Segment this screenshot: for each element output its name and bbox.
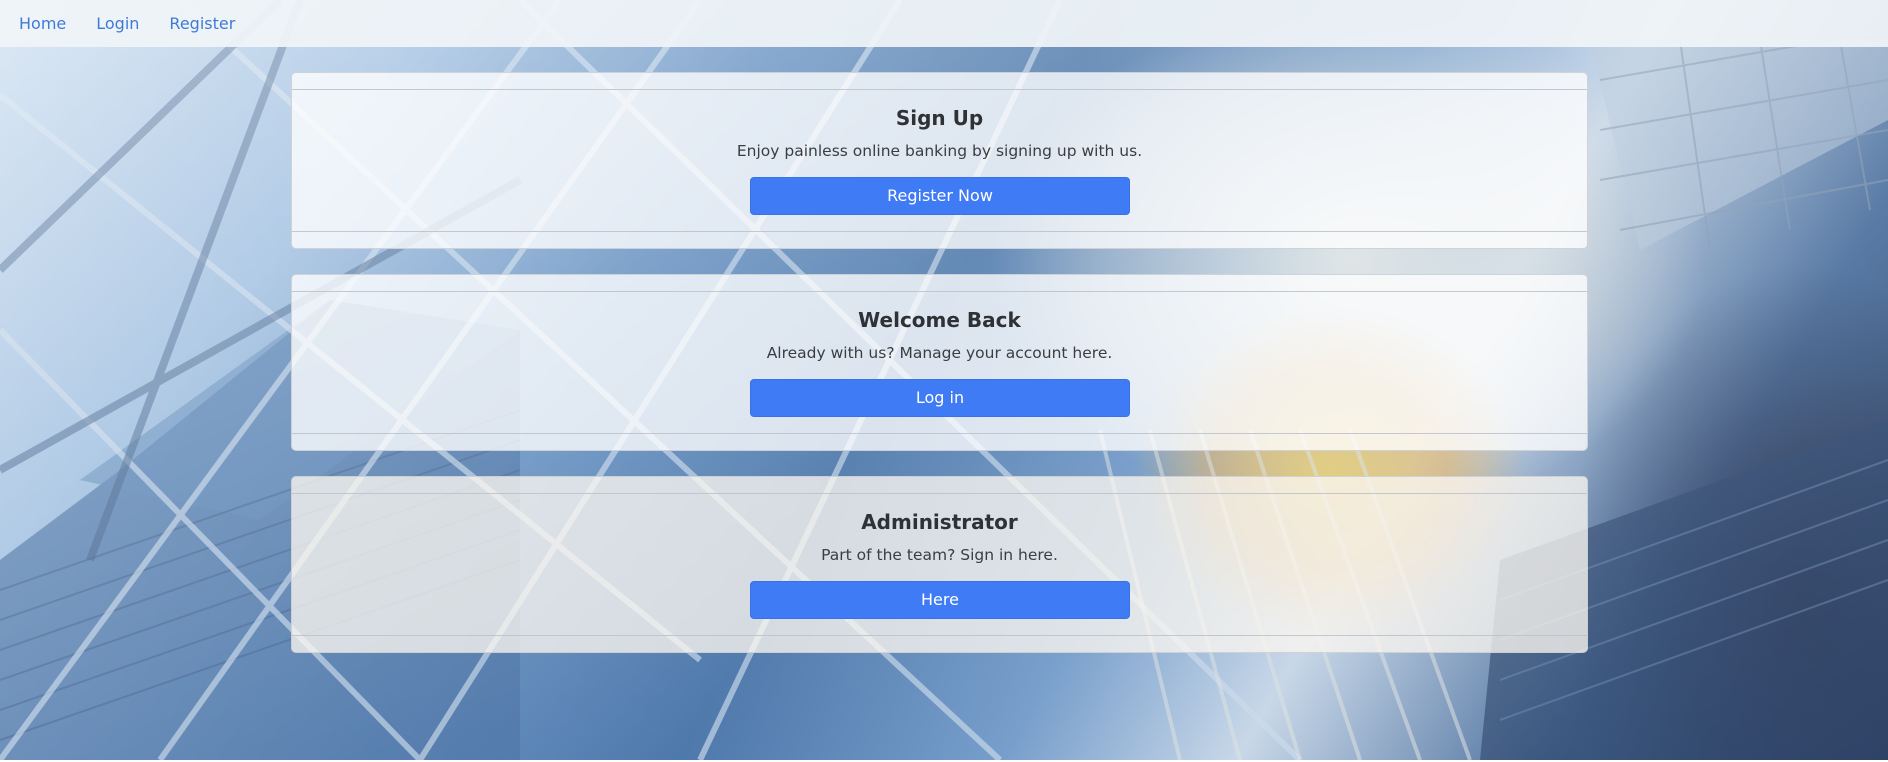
- page: Home Login Register Sign Up Enjoy painle…: [0, 0, 1888, 762]
- card-title: Administrator: [861, 510, 1018, 534]
- card-header-divider: [292, 291, 1587, 292]
- admin-card: Administrator Part of the team? Sign in …: [291, 476, 1588, 653]
- card-header-divider: [292, 493, 1587, 494]
- register-now-button[interactable]: Register Now: [750, 177, 1130, 215]
- login-card: Welcome Back Already with us? Manage you…: [291, 274, 1588, 451]
- card-title: Welcome Back: [858, 308, 1021, 332]
- card-footer-divider: [292, 231, 1587, 232]
- top-navbar: Home Login Register: [0, 0, 1888, 47]
- card-title: Sign Up: [895, 106, 984, 130]
- nav-link-login[interactable]: Login: [96, 14, 139, 34]
- signup-card: Sign Up Enjoy painless online banking by…: [291, 72, 1588, 249]
- admin-here-button[interactable]: Here: [750, 581, 1130, 619]
- card-header-divider: [292, 89, 1587, 90]
- card-footer-divider: [292, 433, 1587, 434]
- card-footer-divider: [292, 635, 1587, 636]
- card-text: Part of the team? Sign in here.: [821, 546, 1058, 564]
- log-in-button[interactable]: Log in: [750, 379, 1130, 417]
- card-text: Already with us? Manage your account her…: [766, 344, 1113, 362]
- nav-link-home[interactable]: Home: [19, 14, 66, 34]
- card-text: Enjoy painless online banking by signing…: [736, 142, 1143, 160]
- nav-link-register[interactable]: Register: [169, 14, 235, 34]
